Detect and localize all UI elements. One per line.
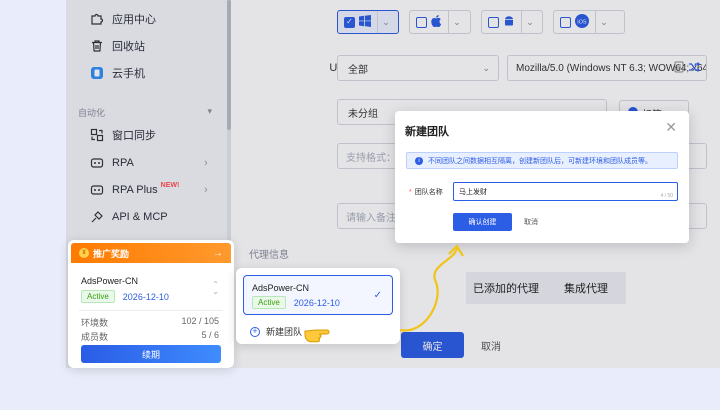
close-icon[interactable]: ✕ — [665, 119, 677, 136]
member-count-value: 5 / 6 — [201, 330, 219, 340]
env-count-value: 102 / 105 — [181, 316, 219, 326]
team-name-label: * 团队名称 — [409, 189, 443, 196]
switch-team-icon[interactable]: ⌃ ⌄ — [212, 281, 219, 296]
guide-arrow-icon — [399, 244, 464, 332]
promo-header[interactable]: ¥ 推广奖励 → — [71, 243, 231, 263]
team-option[interactable]: AdsPower-CN Active 2026-12-10 ✓ — [243, 275, 393, 315]
member-count-label: 成员数 — [81, 332, 109, 342]
char-count: 4 / 50 — [660, 193, 673, 199]
arrow-right-icon[interactable]: → — [213, 248, 223, 259]
info-icon: i — [415, 156, 423, 165]
promo-team-name: AdsPower-CN — [81, 276, 139, 286]
pointing-hand-icon — [304, 329, 330, 343]
coin-icon: ¥ — [79, 248, 89, 258]
info-text: 不同团队之间数据相互隔离，创建新团队后，可新建环境和团队成员等。 — [428, 157, 652, 165]
expiry-date: 2026-12-10 — [293, 297, 340, 308]
info-banner: i 不同团队之间数据相互隔离，创建新团队后，可新建环境和团队成员等。 — [406, 152, 678, 169]
promo-title: 推广奖励 — [93, 248, 130, 259]
expiry-date: 2026-12-10 — [122, 291, 169, 302]
status-badge: Active — [252, 296, 286, 309]
modal-cancel-button[interactable]: 取消 — [524, 213, 538, 231]
team-option-status: Active 2026-12-10 — [252, 296, 340, 309]
status-badge: Active — [81, 290, 115, 303]
check-icon: ✓ — [373, 290, 382, 301]
team-name-value: 马上发财 — [459, 188, 487, 196]
team-option-name: AdsPower-CN — [252, 283, 310, 293]
promo-status-row: Active 2026-12-10 — [81, 290, 169, 303]
env-count-label: 环境数 — [81, 318, 109, 328]
new-team-label: 新建团队 — [266, 327, 303, 337]
renew-button[interactable]: 续期 — [81, 345, 221, 363]
team-name-input[interactable]: 马上发财 4 / 50 — [453, 182, 678, 201]
confirm-create-button[interactable]: 确认创建 — [453, 213, 512, 231]
new-team-button[interactable]: + 新建团队 — [250, 325, 302, 338]
plus-circle-icon: + — [250, 326, 260, 337]
modal-title: 新建团队 — [405, 126, 449, 138]
new-team-modal: 新建团队 ✕ i 不同团队之间数据相互隔离，创建新团队后，可新建环境和团队成员等… — [395, 111, 689, 243]
divider — [79, 310, 223, 311]
promo-card: ¥ 推广奖励 → AdsPower-CN ⌃ ⌄ Active 2026-12-1… — [68, 240, 234, 368]
